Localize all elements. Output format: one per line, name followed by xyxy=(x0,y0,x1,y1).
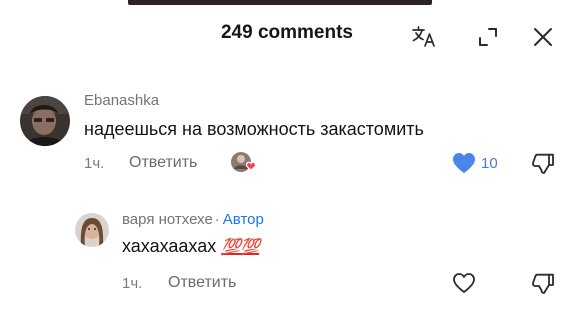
avatar[interactable] xyxy=(20,96,70,146)
close-icon xyxy=(534,28,552,46)
dislike-button[interactable] xyxy=(530,151,556,177)
close-button[interactable] xyxy=(529,23,557,51)
avatar[interactable] xyxy=(75,213,109,247)
comment-time: 1ч. xyxy=(122,275,143,292)
comments-header: 249 comments xyxy=(0,0,574,70)
comment-time: 1ч. xyxy=(84,155,105,172)
like-button[interactable] xyxy=(451,151,477,175)
comment-author[interactable]: Ebanashka xyxy=(84,92,159,109)
comment-text-body: хахахаахах xyxy=(122,236,217,256)
author-separator: · xyxy=(214,211,220,228)
reply-button[interactable]: Ответить xyxy=(129,154,197,172)
hundred-points-emoji: 💯💯 xyxy=(221,239,260,256)
reply-button[interactable]: Ответить xyxy=(168,274,236,292)
expand-button[interactable] xyxy=(474,23,502,51)
author-name[interactable]: варя нотхехе xyxy=(122,211,213,228)
user-photo xyxy=(20,96,70,146)
creator-liked-badge xyxy=(229,150,259,176)
comment-text: надеешься на возможность закастомить xyxy=(84,119,424,139)
author-badge: Автор xyxy=(222,211,264,228)
user-photo xyxy=(75,213,109,247)
creator-heart-icon xyxy=(231,152,257,172)
translate-button[interactable] xyxy=(410,23,438,51)
translate-icon xyxy=(412,26,435,47)
author-name[interactable]: Ebanashka xyxy=(84,92,159,109)
like-button[interactable] xyxy=(451,271,477,295)
heart-filled-icon xyxy=(453,153,475,173)
heart-outline-icon xyxy=(453,273,475,293)
like-count: 10 xyxy=(481,155,498,172)
comment-author[interactable]: варя нотхехе · Автор xyxy=(122,211,264,228)
dislike-button[interactable] xyxy=(530,271,556,297)
thumbs-down-icon xyxy=(532,153,554,174)
expand-icon xyxy=(479,28,497,46)
comment-text: хахахаахах 💯💯 xyxy=(122,236,260,257)
thumbs-down-icon xyxy=(532,273,554,294)
